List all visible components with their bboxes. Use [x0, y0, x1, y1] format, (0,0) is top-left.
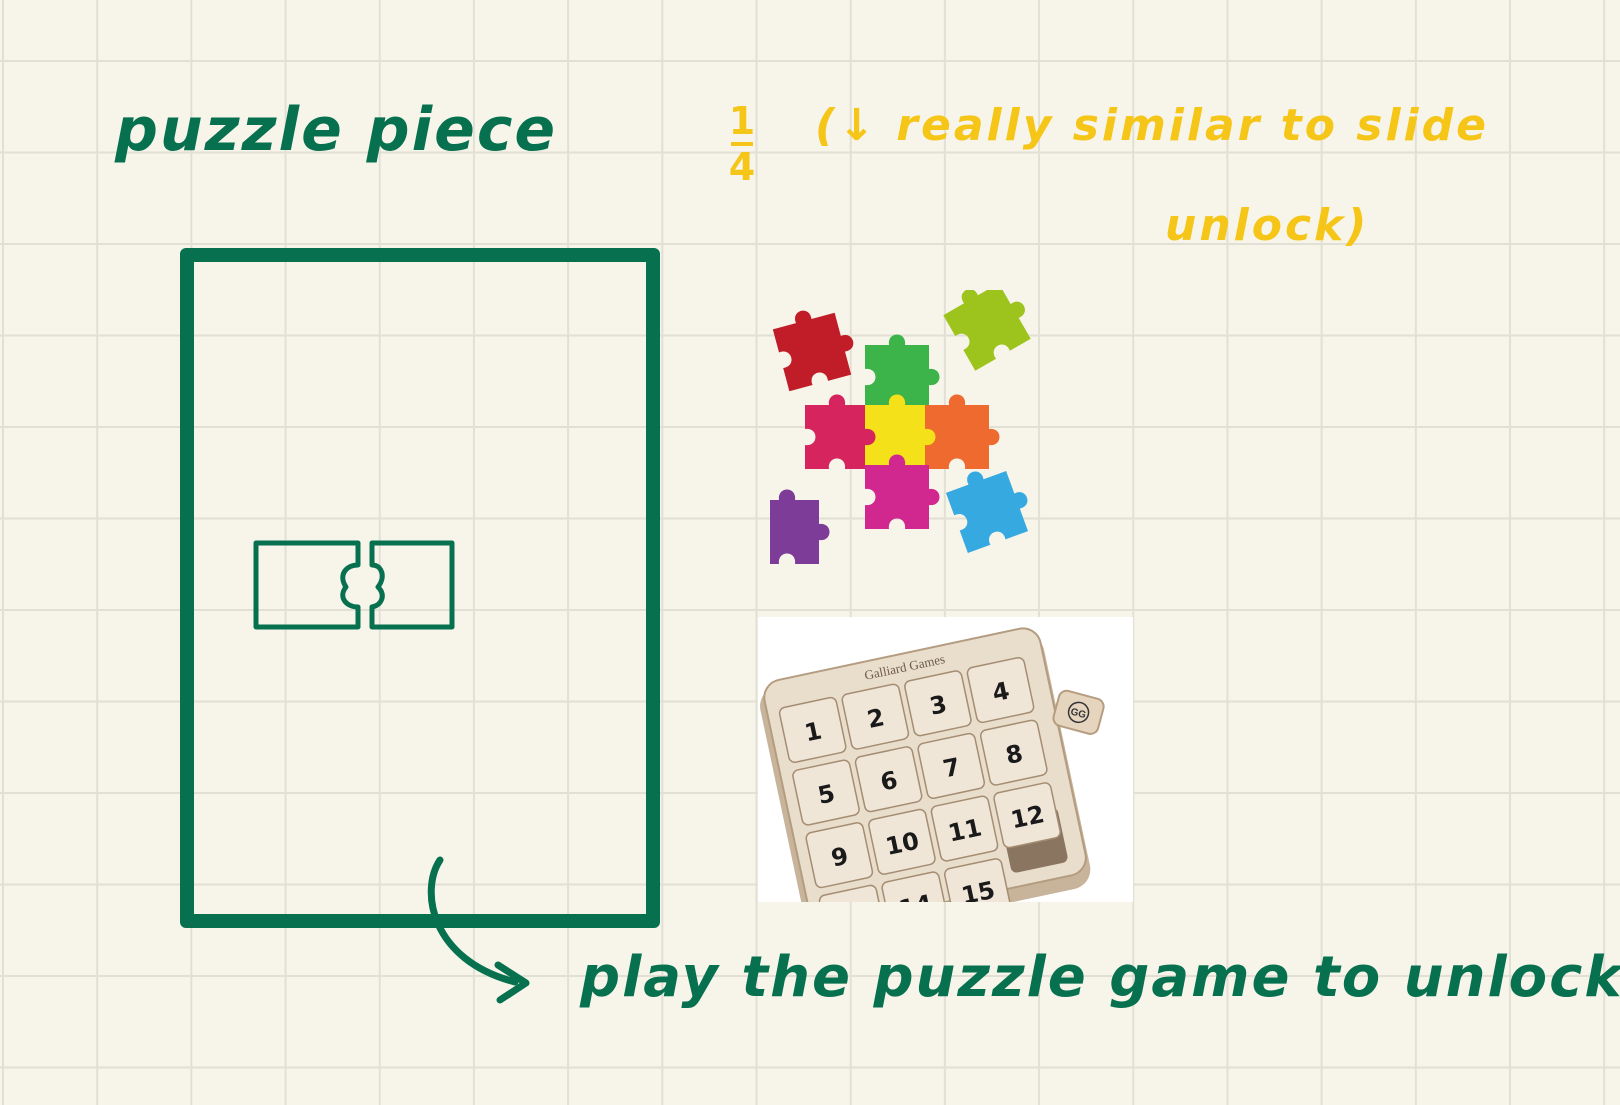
note-line-2: unlock)	[1165, 200, 1370, 251]
puzzle-tile: 7	[917, 732, 986, 799]
notebook-page: puzzle piece 1 4 (↓ really similar to sl…	[0, 0, 1620, 1105]
jigsaw-piece	[943, 290, 1031, 371]
puzzle-tile: 2	[841, 683, 910, 750]
jigsaw-piece	[772, 310, 854, 392]
colorful-jigsaw-illustration	[770, 290, 1031, 564]
sliding-puzzle-photo: Galliard Games 123456789101112131415 GG	[758, 617, 1133, 951]
curved-arrow	[427, 856, 530, 1004]
puzzle-tile: 3	[904, 670, 972, 737]
puzzle-tile: 4	[966, 656, 1035, 724]
right-piece-outline	[369, 540, 455, 630]
puzzle-tile: 6	[854, 746, 923, 813]
note-line-1: (↓ really similar to slide	[815, 100, 1489, 151]
sliding-puzzle-board: Galliard Games 123456789101112131415 GG	[760, 627, 1105, 951]
heading-puzzle-piece: puzzle piece	[115, 95, 558, 165]
puzzle-tile: 1	[778, 696, 847, 763]
puzzle-tile: 11	[930, 795, 999, 862]
puzzle-tile: 8	[979, 719, 1048, 786]
left-piece-outline	[253, 540, 361, 630]
puzzle-tile: 9	[805, 822, 874, 889]
interlocking-pieces-sketch	[253, 540, 455, 630]
puzzle-tile: 10	[868, 808, 936, 875]
jigsaw-piece	[865, 454, 940, 529]
fraction-denominator: 4	[728, 145, 756, 189]
jigsaw-piece	[770, 489, 830, 564]
caption-play-puzzle: play the puzzle game to unlock	[580, 945, 1620, 1010]
puzzle-tile: 5	[792, 759, 860, 826]
fraction-one-quarter: 1 4	[727, 100, 757, 188]
fraction-numerator: 1	[728, 99, 756, 143]
jigsaw-piece	[945, 470, 1029, 554]
puzzle-tile: 12	[993, 782, 1061, 849]
jigsaw-piece	[925, 394, 1000, 469]
